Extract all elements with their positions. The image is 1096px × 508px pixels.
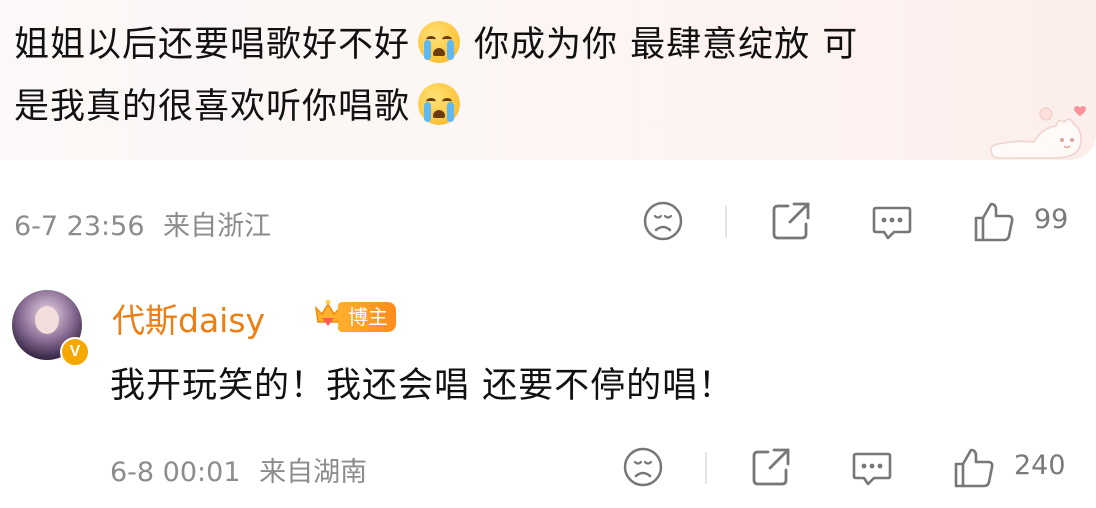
comment-text-part2: 你成为你 最肆意绽放 可 xyxy=(474,25,859,65)
cat-decoration-icon xyxy=(990,106,1086,159)
comment-text-part1: 姐姐以后还要唱歌好不好 xyxy=(14,25,411,65)
reply-actions: 240 xyxy=(0,446,1096,490)
reply-username[interactable]: 代斯daisy xyxy=(112,294,265,342)
share-icon[interactable] xyxy=(770,200,812,242)
thumbs-up-icon[interactable] xyxy=(952,446,996,490)
reply-text: 我开玩笑的！我还会唱 还要不停的唱！ xyxy=(110,366,735,406)
comment-bubble-icon[interactable] xyxy=(850,446,894,490)
frown-face-icon[interactable] xyxy=(642,200,684,242)
action-divider xyxy=(725,206,727,238)
comment-bubble-icon[interactable] xyxy=(870,200,914,244)
action-divider xyxy=(705,452,707,484)
comment-like-count: 99 xyxy=(1034,204,1069,235)
share-icon[interactable] xyxy=(750,446,792,488)
thumbs-up-icon[interactable] xyxy=(972,200,1016,244)
frown-face-icon[interactable] xyxy=(622,446,664,488)
crying-emoji-icon xyxy=(418,21,461,63)
comment-text: 姐姐以后还要唱歌好不好 你成为你 最肆意绽放 可 是我真的很喜欢听你唱歌 xyxy=(14,14,1074,138)
role-badge: 博主 xyxy=(338,302,396,332)
crying-emoji-icon xyxy=(418,83,461,125)
verified-badge: V xyxy=(60,337,90,367)
comment-actions: 99 xyxy=(0,200,1096,244)
comment-text-part3: 是我真的很喜欢听你唱歌 xyxy=(14,87,411,127)
reply-like-count: 240 xyxy=(1014,450,1066,481)
